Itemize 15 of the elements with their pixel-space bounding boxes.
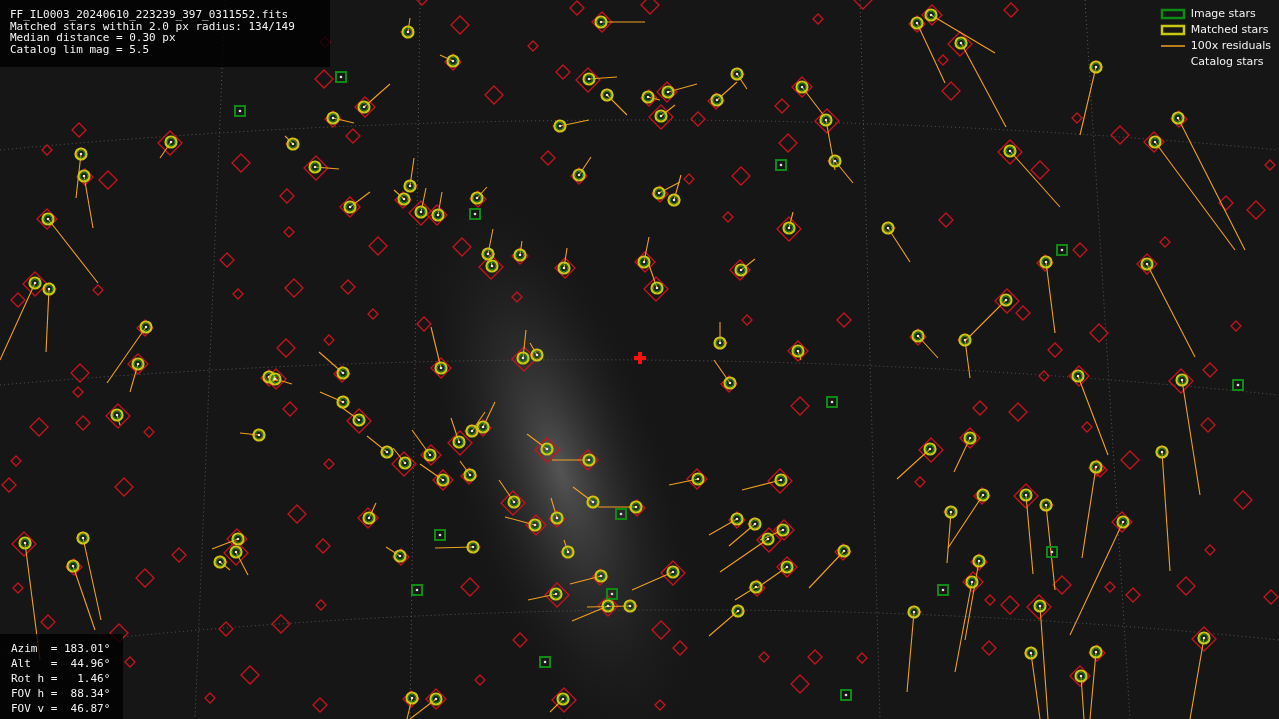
legend-label: Matched stars [1190,23,1269,37]
pointing-line: FOV v = 46.87° [11,701,112,716]
legend-label: Catalog stars [1190,55,1264,69]
legend-label: 100x residuals [1190,39,1271,53]
pointing-line: Azim = 183.01° [11,641,112,656]
legend-swatch-icon [1159,24,1186,36]
info-line: FF_IL0003_20240610_223239_397_0311552.fits [10,9,290,21]
info-line: Catalog lim mag = 5.5 [10,43,151,55]
pointing-line: FOV h = 88.34° [11,686,112,701]
legend-label: Image stars [1190,7,1256,21]
info-line: Median distance = 0.30 px [10,32,176,44]
pointing-line: Rot h = 1.46° [11,671,112,686]
pointing-line: Alt = 44.96° [11,656,112,671]
info-line: Matched stars within 2.0 px radius: 134/149 [10,20,296,32]
legend-swatch-icon [1159,8,1186,20]
